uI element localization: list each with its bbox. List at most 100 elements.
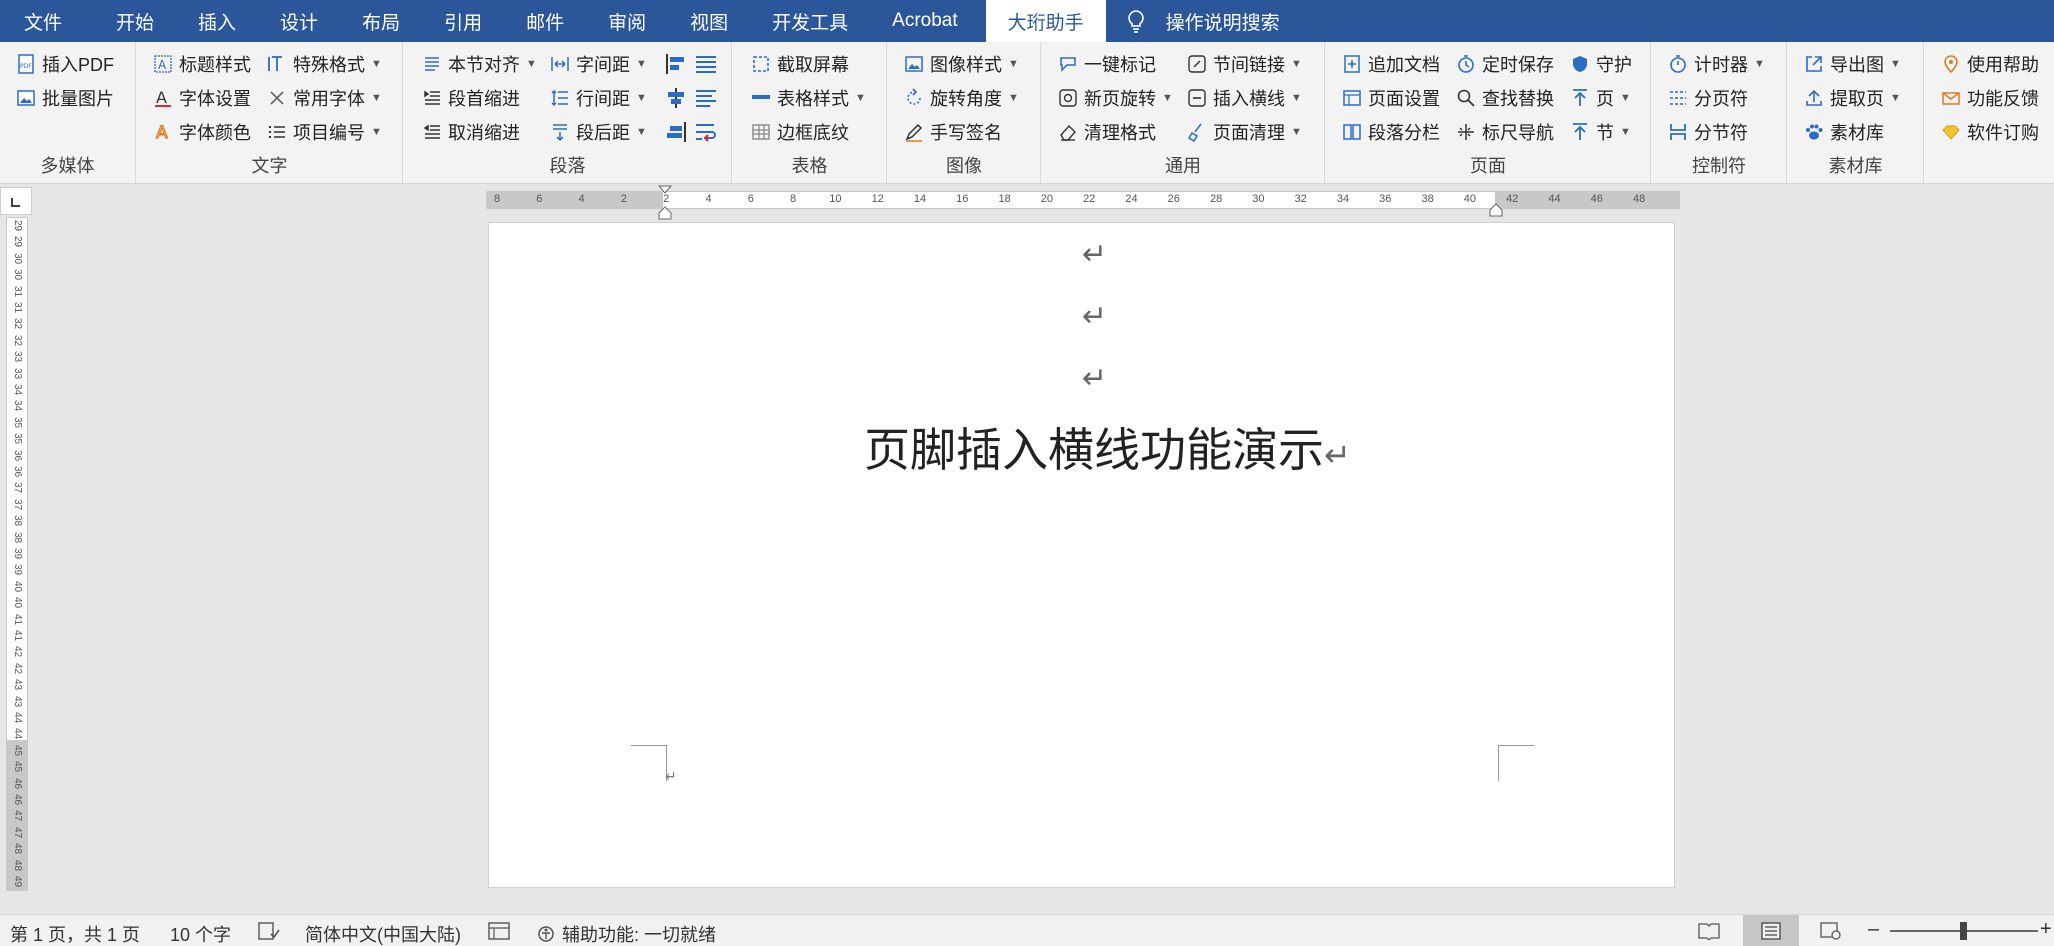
cancel-indent-button[interactable]: 取消缩进 <box>422 118 520 146</box>
tab-insert[interactable]: 插入 <box>176 0 258 42</box>
first-line-indent-button[interactable]: 段首缩进 <box>422 84 520 112</box>
heading-style-button[interactable]: A 标题样式 <box>153 50 251 78</box>
feedback-button[interactable]: 功能反馈 <box>1941 84 2039 112</box>
align-paragraph-icon[interactable] <box>694 86 718 110</box>
proofing-icon[interactable] <box>258 922 280 940</box>
find-replace-button[interactable]: 查找替换 <box>1456 84 1554 112</box>
page-count[interactable]: 第 1 页，共 1 页 <box>10 921 140 946</box>
clear-format-button[interactable]: 清理格式 <box>1058 118 1156 146</box>
line-spacing-icon <box>550 88 570 108</box>
chevron-down-icon: ▼ <box>636 58 647 70</box>
ruler-navigation-button[interactable]: 标尺导航 <box>1456 118 1554 146</box>
justify-icon[interactable] <box>694 52 718 76</box>
table-grid-icon <box>751 122 771 142</box>
purchase-button[interactable]: 软件订购 <box>1941 118 2039 146</box>
crop-mark-right <box>1498 745 1534 781</box>
tab-layout[interactable]: 布局 <box>340 0 422 42</box>
group-text: A 标题样式 特殊格式 ▼ A 字体设置 常用字体 ▼ A 字体颜色 项目编号 ▼ 文… <box>137 42 403 184</box>
tab-selector[interactable] <box>0 187 32 215</box>
section-break-button[interactable]: 分节符 <box>1668 118 1748 146</box>
page-break-button[interactable]: 分页符 <box>1668 84 1748 112</box>
zoom-in-button[interactable]: + <box>2040 918 2052 941</box>
help-button[interactable]: 使用帮助 <box>1941 50 2039 78</box>
accessibility-status[interactable]: 辅助功能: 一切就绪 <box>536 921 716 946</box>
guard-button[interactable]: 守护 <box>1570 50 1632 78</box>
char-spacing-dropdown[interactable]: 字间距 ▼ <box>550 50 647 78</box>
group-label-paragraph: 段落 <box>549 156 586 176</box>
tab-view[interactable]: 视图 <box>668 0 750 42</box>
one-click-mark-button[interactable]: 一键标记 <box>1058 50 1156 78</box>
paragraph-mark: ↵ <box>1082 299 1108 334</box>
tab-file[interactable]: 文件 <box>0 0 94 42</box>
tab-references[interactable]: 引用 <box>422 0 504 42</box>
group-general: 一键标记 节间链接 ▼ 新页旋转 ▼ 插入横线 ▼ 清理格式 页面清理 ▼ 通用 <box>1042 42 1325 184</box>
new-page-rotate-dropdown[interactable]: 新页旋转 ▼ <box>1058 84 1173 112</box>
auto-save-button[interactable]: 定时保存 <box>1456 50 1554 78</box>
paw-icon <box>1804 122 1824 142</box>
tab-design[interactable]: 设计 <box>258 0 340 42</box>
page-cleanup-dropdown[interactable]: 页面清理 ▼ <box>1187 118 1302 146</box>
batch-images-button[interactable]: 批量图片 <box>16 84 114 112</box>
ruler-tick-label: 46 <box>1590 193 1603 205</box>
list-numbering-dropdown[interactable]: 项目编号 ▼ <box>267 118 382 146</box>
page-setup-button[interactable]: 页面设置 <box>1342 84 1440 112</box>
word-count[interactable]: 10 个字 <box>170 921 231 946</box>
read-mode-icon[interactable] <box>1698 922 1720 940</box>
font-settings-button[interactable]: A 字体设置 <box>153 84 251 112</box>
tab-mailings[interactable]: 邮件 <box>504 0 586 42</box>
asset-library-button[interactable]: 素材库 <box>1804 118 1884 146</box>
section-link-dropdown[interactable]: 节间链接 ▼ <box>1187 50 1302 78</box>
vertical-ruler[interactable]: 29 29 30 30 31 31 32 32 33 33 34 34 35 35 36 36 37 37 38 38… <box>6 217 28 891</box>
document-page[interactable]: ↵ ↵ ↵ 页脚插入横线功能演示↵ ↵ <box>488 222 1675 888</box>
tab-home[interactable]: 开始 <box>94 0 176 42</box>
common-fonts-dropdown[interactable]: 常用字体 ▼ <box>267 84 382 112</box>
tab-developer[interactable]: 开发工具 <box>750 0 870 42</box>
font-color-button[interactable]: A 字体颜色 <box>153 118 251 146</box>
print-layout-icon[interactable] <box>1760 922 1782 940</box>
insert-pdf-button[interactable]: PDF 插入PDF <box>16 50 114 78</box>
indent-marker-icon[interactable] <box>658 185 672 221</box>
insert-horizontal-line-dropdown[interactable]: 插入横线 ▼ <box>1187 84 1302 112</box>
space-after-dropdown[interactable]: 段后距 ▼ <box>550 118 647 146</box>
align-bottom-icon[interactable] <box>664 120 688 144</box>
section-dropdown[interactable]: 节 ▼ <box>1570 118 1631 146</box>
page-dropdown[interactable]: 页 ▼ <box>1570 84 1631 112</box>
group-label-text: 文字 <box>251 156 288 176</box>
tab-review[interactable]: 审阅 <box>586 0 668 42</box>
tab-dahang-assistant[interactable]: 大珩助手 <box>985 0 1106 42</box>
screenshot-button[interactable]: 截取屏幕 <box>751 50 849 78</box>
language-status[interactable]: 简体中文(中国大陆) <box>305 921 461 946</box>
chevron-down-icon: ▼ <box>1754 58 1765 70</box>
section-align-dropdown[interactable]: 本节对齐 ▼ <box>422 50 537 78</box>
tab-acrobat[interactable]: Acrobat <box>870 0 979 42</box>
ruler-tick-label: 22 <box>1083 193 1096 205</box>
special-format-dropdown[interactable]: 特殊格式 ▼ <box>267 50 382 78</box>
table-style-dropdown[interactable]: 表格样式 ▼ <box>751 84 866 112</box>
timer-dropdown[interactable]: 计时器 ▼ <box>1668 50 1765 78</box>
ruler-tick-label: 40 <box>1463 193 1477 205</box>
ruler-tick-label: 42 <box>1506 193 1519 205</box>
tell-me-search[interactable]: 操作说明搜索 <box>1106 0 1302 42</box>
align-left-icon[interactable] <box>664 52 688 76</box>
columns-icon <box>1342 122 1362 142</box>
group-label-image: 图像 <box>946 156 982 176</box>
border-shading-button[interactable]: 边框底纹 <box>751 118 849 146</box>
document-title[interactable]: 页脚插入横线功能演示↵ <box>864 414 1351 480</box>
align-center-vertical-icon[interactable] <box>664 86 688 110</box>
right-indent-marker-icon[interactable] <box>1489 203 1503 217</box>
extract-page-dropdown[interactable]: 提取页 ▼ <box>1804 84 1901 112</box>
export-image-dropdown[interactable]: 导出图 ▼ <box>1804 50 1901 78</box>
chevron-down-icon: ▼ <box>855 92 866 104</box>
macro-icon[interactable] <box>488 922 510 940</box>
zoom-out-button[interactable]: – <box>1868 918 1879 941</box>
image-style-dropdown[interactable]: 图像样式 ▼ <box>904 50 1019 78</box>
zoom-slider-thumb[interactable] <box>1960 922 1967 940</box>
handwritten-signature-button[interactable]: 手写签名 <box>904 118 1002 146</box>
web-layout-icon[interactable] <box>1820 922 1842 940</box>
paragraph-columns-button[interactable]: 段落分栏 <box>1342 118 1440 146</box>
line-spacing-dropdown[interactable]: 行间距 ▼ <box>550 84 647 112</box>
rotate-angle-dropdown[interactable]: 旋转角度 ▼ <box>904 84 1019 112</box>
append-document-button[interactable]: 追加文档 <box>1342 50 1440 78</box>
group-label-multimedia: 多媒体 <box>40 156 95 176</box>
wrap-text-icon[interactable] <box>694 120 718 144</box>
